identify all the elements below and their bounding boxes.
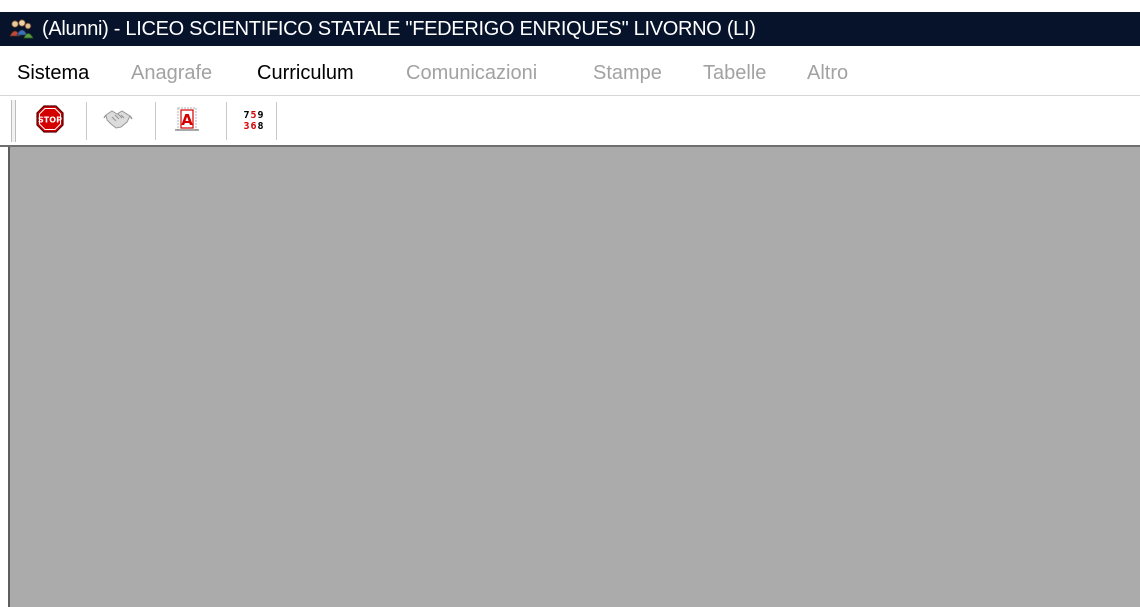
application-window: (Alunni) - LICEO SCIENTIFICO STATALE "FE…	[0, 0, 1140, 607]
digit: 9	[257, 110, 265, 121]
number-grid-button[interactable]: 759 368	[237, 104, 271, 138]
digit: 8	[257, 121, 265, 132]
menu-comunicazioni[interactable]: Comunicazioni	[406, 56, 537, 90]
menu-anagrafe[interactable]: Anagrafe	[131, 56, 212, 90]
stop-button[interactable]: STOP	[33, 104, 67, 138]
menu-curriculum[interactable]: Curriculum	[257, 56, 354, 90]
mdi-client-area[interactable]	[8, 147, 1140, 607]
app-people-icon[interactable]	[8, 17, 34, 41]
window-left-frame	[0, 147, 8, 607]
title-bar[interactable]: (Alunni) - LICEO SCIENTIFICO STATALE "FE…	[0, 12, 1140, 46]
text-frame-icon-letter: A	[181, 111, 193, 129]
toolbar-separator	[226, 102, 228, 140]
client-border	[8, 147, 10, 607]
toolbar-separator	[276, 102, 278, 140]
menu-stampe[interactable]: Stampe	[593, 56, 662, 90]
text-frame-button[interactable]: A	[170, 104, 204, 138]
number-grid-icon: 759 368	[243, 110, 264, 132]
digit: 6	[250, 121, 258, 132]
window-title: (Alunni) - LICEO SCIENTIFICO STATALE "FE…	[42, 18, 756, 40]
stop-icon-label: STOP	[38, 116, 62, 125]
toolbar-grip[interactable]	[11, 100, 16, 142]
digit: 5	[250, 110, 258, 121]
handshake-button[interactable]	[101, 104, 135, 138]
toolbar-separator	[155, 102, 157, 140]
menu-altro[interactable]: Altro	[807, 56, 848, 90]
menu-sistema[interactable]: Sistema	[17, 56, 89, 90]
menu-tabelle[interactable]: Tabelle	[703, 56, 766, 90]
toolbar-separator	[86, 102, 88, 140]
stop-icon: STOP	[35, 104, 65, 138]
handshake-icon	[103, 105, 133, 137]
text-frame-icon: A	[172, 104, 202, 138]
